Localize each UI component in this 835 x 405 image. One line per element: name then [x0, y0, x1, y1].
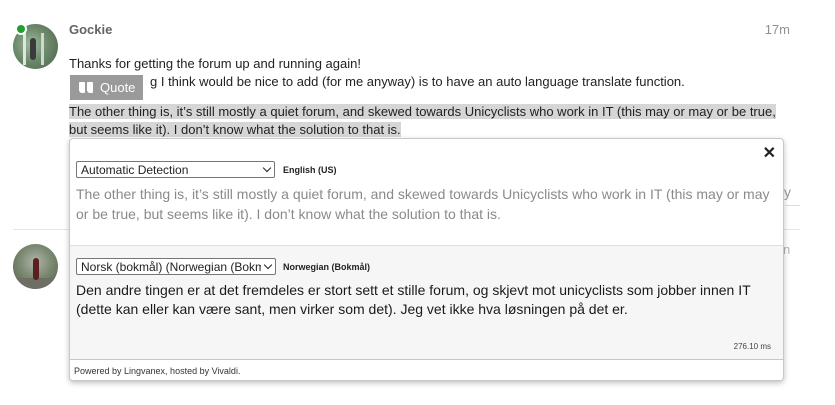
- source-text: The other thing is, it’s still mostly a …: [76, 186, 770, 222]
- post-username[interactable]: Gockie: [69, 22, 112, 37]
- target-language-select[interactable]: Norsk (bokmål) (Norwegian (Bokmål)): [76, 258, 276, 275]
- target-language-value: Norsk (bokmål) (Norwegian (Bokmål)): [81, 259, 261, 274]
- post-text-line: g I think would be nice to add (for me a…: [150, 74, 685, 89]
- target-language-label: Norwegian (Bokmål): [283, 262, 371, 272]
- background-text-fragment: y: [784, 184, 791, 200]
- avatar-detail: [30, 38, 36, 60]
- quote-icon: [79, 82, 93, 93]
- post-timestamp: n: [783, 242, 791, 257]
- avatar-detail: [33, 258, 39, 280]
- chevron-down-icon: [260, 163, 274, 177]
- selected-text: The other thing is, it’s still mostly a …: [69, 104, 776, 137]
- translate-footer: Powered by Lingvanex, hosted by Vivaldi.: [70, 359, 783, 380]
- divider: [785, 205, 800, 206]
- chevron-down-icon: [261, 260, 275, 274]
- translate-popup: ✕ Automatic Detection English (US) The o…: [69, 138, 784, 381]
- source-language-select[interactable]: Automatic Detection: [76, 161, 275, 178]
- source-language-value: Automatic Detection: [81, 162, 189, 177]
- quote-button-label: Quote: [100, 80, 136, 95]
- avatar-detail: [41, 33, 44, 65]
- online-status-indicator: [15, 23, 27, 35]
- selected-post-text: The other thing is, it’s still mostly a …: [69, 103, 785, 139]
- post-timestamp[interactable]: 17m: [765, 22, 790, 37]
- translated-text: Den andre tingen er at det fremdeles er …: [76, 282, 751, 317]
- detected-language-label: English (US): [283, 165, 337, 175]
- quote-button[interactable]: Quote: [70, 75, 143, 100]
- close-icon[interactable]: ✕: [763, 143, 776, 163]
- post-text-line: Thanks for getting the forum up and runn…: [69, 56, 361, 71]
- translation-timing: 276.10 ms: [733, 342, 771, 351]
- avatar[interactable]: [13, 244, 58, 289]
